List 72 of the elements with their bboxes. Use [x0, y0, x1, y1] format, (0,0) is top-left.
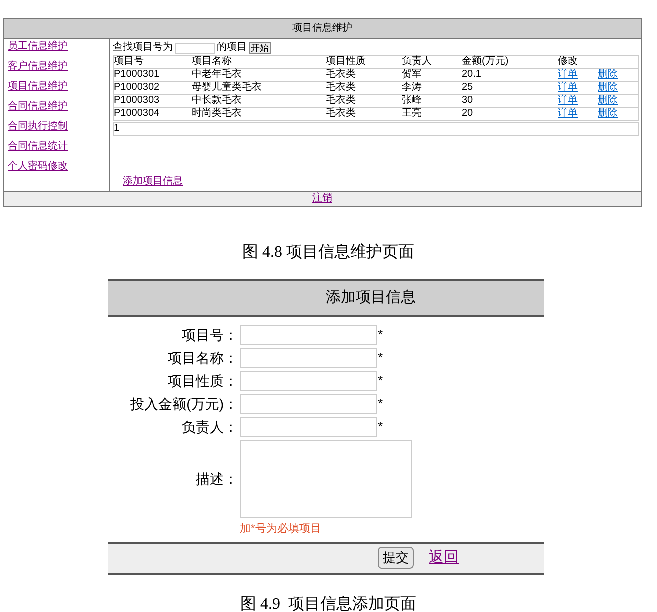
delete-link[interactable]: 删除 [598, 108, 618, 119]
delete-link[interactable]: 删除 [598, 69, 618, 80]
form-title-bar: 添加项目信息 [108, 279, 544, 317]
sidebar-link[interactable]: 合同信息维护 [8, 101, 68, 113]
table-cell-text: 张峰 [402, 95, 423, 107]
detail-link[interactable]: 详单 [558, 82, 578, 93]
sidebar-link[interactable]: 员工信息维护 [8, 41, 68, 53]
table-cell-text: 时尚类毛衣 [192, 108, 243, 120]
sidebar-link[interactable]: 项目信息维护 [8, 81, 68, 93]
required-mark: * [378, 418, 384, 436]
search-field[interactable] [175, 42, 215, 54]
page-number: 1 [114, 123, 120, 134]
table-cell-text: 母婴儿童类毛衣 [192, 82, 263, 94]
table-cell-text: 贺军 [402, 69, 423, 81]
column-header: 项目号 [114, 56, 145, 68]
required-mark: * [378, 372, 384, 390]
input-field[interactable] [240, 371, 377, 391]
field-label: 投入金额(万元)： [130, 394, 238, 414]
input-field[interactable] [240, 348, 377, 368]
table-cell-text: 毛衣类 [326, 82, 357, 94]
field-label: 项目性质： [167, 372, 238, 390]
column-header: 项目性质 [326, 56, 367, 68]
required-mark: * [378, 395, 384, 414]
back-link[interactable]: 返回 [429, 546, 459, 570]
column-header: 项目名称 [192, 56, 233, 68]
table-cell-text: 中老年毛衣 [192, 69, 243, 81]
sidebar-link[interactable]: 个人密码修改 [8, 161, 68, 173]
detail-link[interactable]: 详单 [558, 95, 578, 106]
table-cell-text: 毛衣类 [326, 95, 357, 107]
input-field[interactable] [240, 325, 377, 345]
table-cell-text: 毛衣类 [326, 108, 357, 120]
table-cell-text: 毛衣类 [326, 69, 357, 81]
search-label: 查找项目号为 [113, 42, 173, 54]
field-label: 项目名称： [167, 348, 238, 368]
required-mark: * [378, 349, 384, 368]
required-mark: * [378, 326, 384, 344]
table-cell-text: 李涛 [402, 82, 423, 94]
sidebar-link[interactable]: 合同信息统计 [8, 141, 68, 153]
window-title: 项目信息维护 [4, 19, 641, 39]
detail-link[interactable]: 详单 [558, 69, 578, 80]
table-cell-text: P1000303 [114, 95, 161, 107]
figure-caption: 图 4.8 项目信息维护页面 [242, 244, 414, 261]
table-cell-text: 20.1 [462, 69, 482, 81]
field-label: 负责人： [181, 418, 238, 436]
delete-link[interactable]: 删除 [598, 95, 618, 106]
column-header: 修改 [558, 56, 579, 68]
input-field[interactable] [240, 417, 377, 437]
table-cell-text: 25 [462, 82, 474, 94]
column-header: 金额(万元) [462, 56, 510, 68]
description-field[interactable] [240, 440, 412, 518]
input-field[interactable] [240, 394, 377, 414]
search-label: 的项目 [217, 42, 247, 54]
field-label: 项目号： [181, 326, 238, 344]
table-cell-text: 中长款毛衣 [192, 95, 243, 107]
sidebar-link[interactable]: 合同执行控制 [8, 121, 68, 133]
figure-caption: 图 4.9 项目信息添加页面 [240, 596, 416, 612]
delete-link[interactable]: 删除 [598, 82, 618, 93]
table-cell-text: 20 [462, 108, 474, 120]
logout-link[interactable]: 注销 [312, 193, 332, 205]
table-cell-text: 王亮 [402, 108, 423, 120]
submit-button[interactable]: 提交 [378, 547, 414, 569]
required-note: 加*号为必填项目 [240, 522, 322, 537]
start-button[interactable]: 开始 [249, 42, 271, 54]
table-cell-text: P1000304 [114, 108, 161, 120]
add-link[interactable]: 添加项目信息 [123, 176, 183, 188]
table-cell-text: P1000302 [114, 82, 161, 94]
field-label: 描述： [195, 470, 238, 488]
column-header: 负责人 [402, 56, 433, 68]
detail-link[interactable]: 详单 [558, 108, 578, 119]
table-cell-text: P1000301 [114, 69, 161, 81]
sidebar-link[interactable]: 客户信息维护 [8, 61, 68, 73]
table-cell-text: 30 [462, 95, 474, 107]
